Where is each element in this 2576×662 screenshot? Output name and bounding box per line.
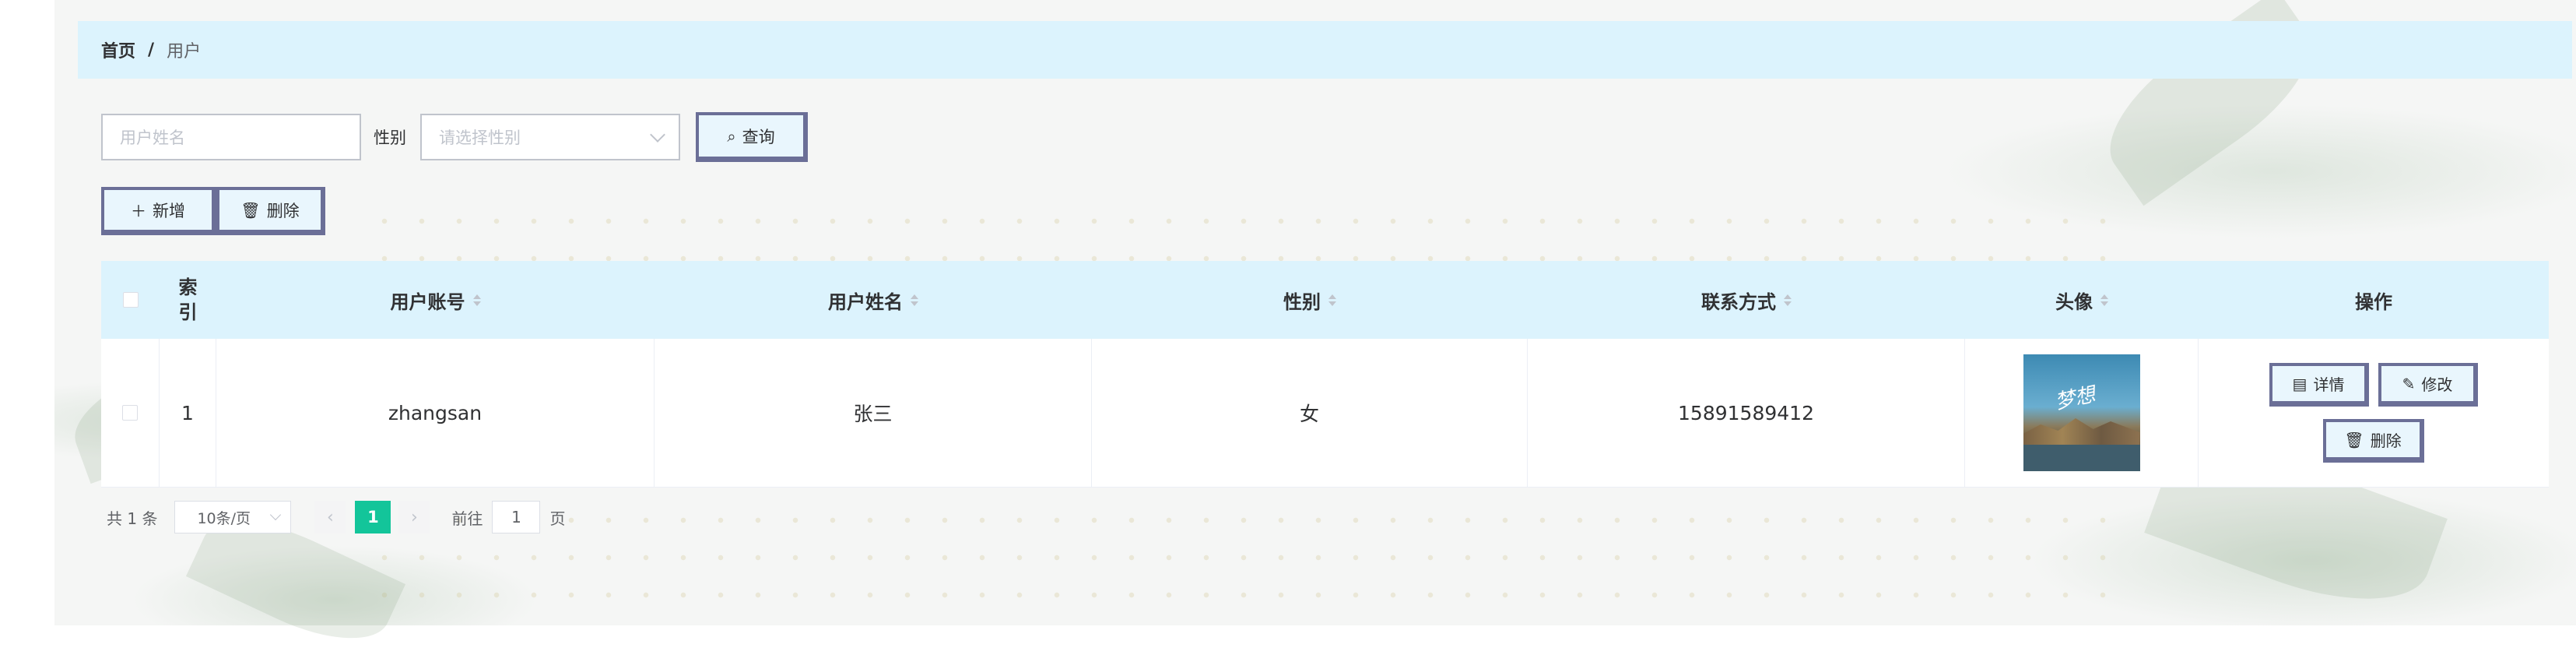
action-buttons: ▤ 详情 ✎ 修改 🗑 删除	[2269, 363, 2478, 463]
detail-button[interactable]: ▤ 详情	[2269, 363, 2369, 407]
document-icon: ▤	[2292, 374, 2308, 393]
user-name-input[interactable]: 用户姓名	[101, 114, 361, 160]
action-buttons-top: ▤ 详情 ✎ 修改	[2269, 363, 2478, 407]
gender-label: 性别	[374, 129, 406, 147]
detail-button-label: 详情	[2313, 375, 2345, 394]
breadcrumb-home[interactable]: 首页	[101, 37, 135, 62]
avatar-sea	[2023, 445, 2140, 471]
sort-icon[interactable]	[2100, 294, 2108, 306]
column-header-name[interactable]: 用户姓名	[655, 261, 1092, 339]
query-button[interactable]: ⌕ 查询	[696, 112, 808, 162]
sort-icon[interactable]	[911, 294, 918, 306]
row-index: 1	[160, 339, 216, 487]
page-size-select[interactable]: 10条/页	[174, 501, 292, 533]
row-account: zhangsan	[216, 339, 655, 487]
goto-suffix: 页	[549, 509, 566, 528]
edit-button[interactable]: ✎ 修改	[2378, 363, 2478, 407]
user-table: 索引 用户账号 用户姓名 性别 联系方式 头像 操作 1 zhangsan 张三…	[101, 261, 2549, 488]
column-header-gender[interactable]: 性别	[1092, 261, 1528, 339]
row-name-text: 张三	[853, 403, 893, 425]
search-row: 用户姓名 性别 请选择性别 ⌕ 查询	[101, 112, 808, 162]
row-delete-button[interactable]: 🗑 删除	[2323, 419, 2424, 463]
next-page-button[interactable]: ›	[398, 501, 430, 533]
avatar-header-label: 头像	[2055, 291, 2093, 313]
add-button[interactable]: ＋ 新增	[101, 187, 216, 235]
select-all-cell	[101, 261, 160, 339]
row-contact: 15891589412	[1528, 339, 1965, 487]
edit-button-label: 修改	[2421, 375, 2453, 394]
breadcrumb-separator: /	[148, 40, 155, 60]
chevron-down-icon	[650, 127, 665, 143]
row-avatar-cell: 梦想	[1965, 339, 2199, 487]
row-gender-text: 女	[1299, 403, 1319, 425]
chevron-right-icon: ›	[411, 507, 418, 527]
table-header: 索引 用户账号 用户姓名 性别 联系方式 头像 操作	[101, 261, 2549, 339]
row-gender: 女	[1092, 339, 1528, 487]
batch-delete-button[interactable]: 🗑 删除	[216, 187, 325, 235]
row-checkbox[interactable]	[122, 405, 138, 421]
actions-header-label: 操作	[2355, 291, 2392, 313]
gender-placeholder: 请选择性别	[439, 129, 521, 147]
name-header-label: 用户姓名	[828, 291, 903, 313]
goto-page-value: 1	[511, 508, 521, 526]
chevron-down-icon	[270, 509, 282, 521]
account-header-label: 用户账号	[390, 291, 465, 313]
breadcrumb-current: 用户	[167, 42, 202, 62]
avatar[interactable]: 梦想	[2023, 354, 2140, 471]
row-delete-button-label: 删除	[2370, 431, 2402, 450]
index-header-label: 索引	[177, 275, 200, 325]
row-select-cell	[101, 339, 160, 487]
select-all-checkbox[interactable]	[122, 292, 139, 308]
column-header-index: 索引	[160, 261, 216, 339]
page-number-current[interactable]: 1	[355, 501, 391, 533]
table-row: 1 zhangsan 张三 女 15891589412 梦想 ▤ 详情 ✎ 修改…	[101, 339, 2549, 488]
column-header-account[interactable]: 用户账号	[216, 261, 655, 339]
gender-header-label: 性别	[1283, 291, 1321, 313]
gender-select[interactable]: 请选择性别	[420, 114, 680, 160]
row-account-text: zhangsan	[388, 401, 483, 424]
goto-page-input[interactable]: 1	[492, 501, 541, 533]
avatar-calligraphy: 梦想	[2052, 382, 2097, 415]
prev-page-button[interactable]: ‹	[314, 501, 346, 533]
breadcrumb: 首页 / 用户	[78, 21, 2572, 79]
sort-icon[interactable]	[1784, 294, 1792, 306]
trash-icon: 🗑	[240, 200, 261, 220]
sort-icon[interactable]	[1328, 294, 1336, 306]
batch-delete-button-label: 删除	[266, 201, 300, 220]
toolbar: ＋ 新增 🗑 删除	[101, 187, 325, 235]
left-gutter	[0, 0, 54, 625]
avatar-landscape	[2023, 418, 2140, 446]
column-header-avatar[interactable]: 头像	[1965, 261, 2199, 339]
column-header-contact[interactable]: 联系方式	[1528, 261, 1965, 339]
user-name-placeholder: 用户姓名	[120, 129, 185, 147]
add-button-label: 新增	[153, 201, 185, 220]
page-size-value: 10条/页	[197, 509, 251, 527]
row-actions: ▤ 详情 ✎ 修改 🗑 删除	[2199, 339, 2549, 487]
column-header-actions: 操作	[2199, 261, 2549, 339]
contact-header-label: 联系方式	[1701, 291, 1776, 313]
search-icon: ⌕	[727, 126, 736, 146]
row-name: 张三	[655, 339, 1092, 487]
pagination: 共 1 条 10条/页 ‹ 1 › 前往 1 页	[107, 499, 565, 535]
index-header-text: 索引	[178, 276, 198, 323]
pagination-total: 共 1 条	[107, 509, 158, 528]
goto-prefix: 前往	[451, 509, 483, 528]
trash-icon: 🗑	[2344, 430, 2364, 449]
query-button-label: 查询	[742, 127, 775, 146]
row-index-text: 1	[181, 401, 194, 424]
chevron-left-icon: ‹	[327, 507, 334, 527]
edit-icon: ✎	[2402, 374, 2416, 393]
plus-icon: ＋	[131, 202, 146, 220]
row-contact-text: 15891589412	[1678, 401, 1814, 424]
sort-icon[interactable]	[472, 294, 481, 306]
